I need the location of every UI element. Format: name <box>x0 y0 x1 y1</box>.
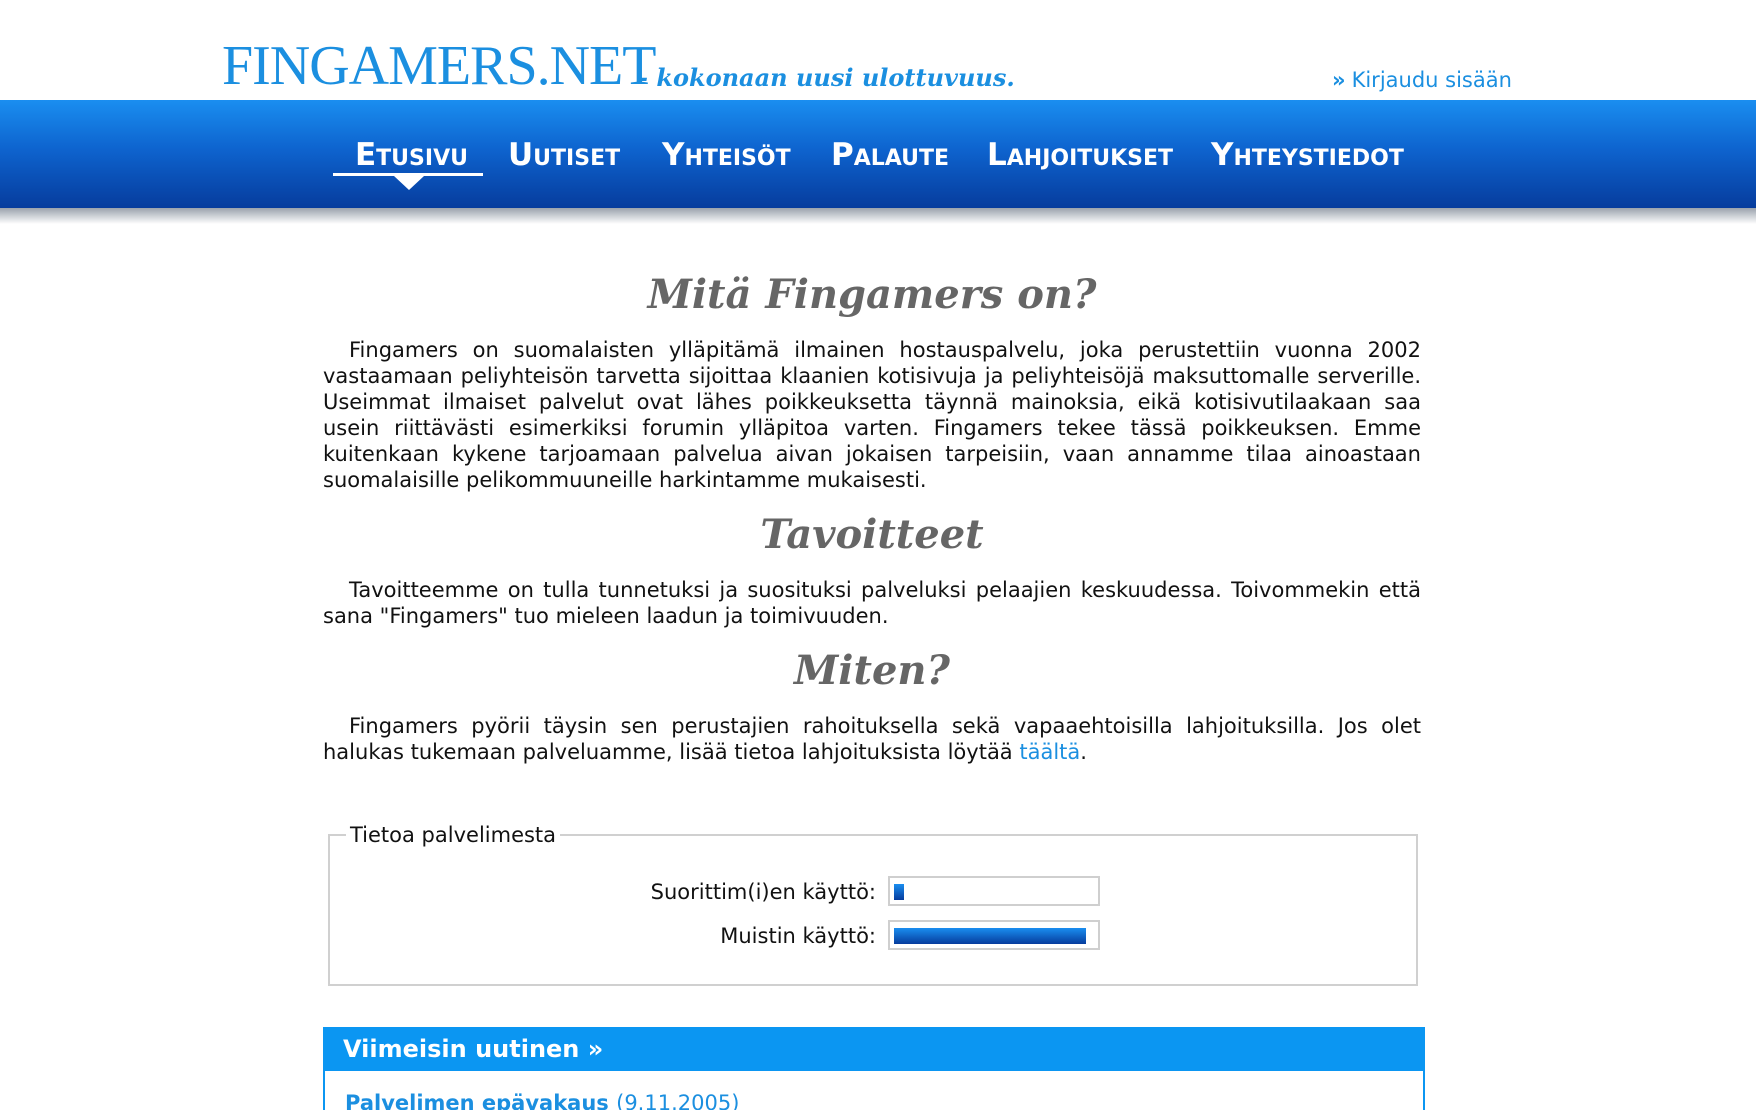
memory-usage-label: Muistin käyttö: <box>720 924 876 948</box>
server-info-legend: Tietoa palvelimesta <box>346 823 561 847</box>
main-content: Mitä Fingamers on? Fingamers on suomalai… <box>323 260 1421 765</box>
login-label: Kirjaudu sisään <box>1351 68 1512 92</box>
latest-news-title[interactable]: Viimeisin uutinen » <box>343 1037 603 1061</box>
section-title-what: Mitä Fingamers on? <box>647 271 1097 318</box>
section-text-what: Fingamers on suomalaisten ylläpitämä ilm… <box>323 338 1421 492</box>
nav-active-arrow-icon <box>394 176 424 190</box>
header: FINGAMERS.NET - kokonaan uusi ulottuvuus… <box>0 0 1756 100</box>
memory-usage-meter <box>888 920 1100 950</box>
memory-usage-fill <box>894 928 1086 944</box>
nav-item-yhteisot[interactable]: Yhteisöt <box>662 140 791 171</box>
section-text-how-body: Fingamers pyörii täysin sen perustajien … <box>323 714 1421 764</box>
nav-item-yhteystiedot[interactable]: Yhteystiedot <box>1211 140 1404 171</box>
site-logo[interactable]: FINGAMERS.NET <box>222 38 656 94</box>
section-text-how-end: . <box>1080 740 1087 764</box>
site-slogan: - kokonaan uusi ulottuvuus. <box>638 63 1015 92</box>
section-title-how: Miten? <box>794 647 950 694</box>
section-text-goals: Tavoitteemme on tulla tunnetuksi ja suos… <box>323 578 1421 628</box>
server-info-box <box>328 834 1418 986</box>
news-item-date: (9.11.2005) <box>616 1091 740 1110</box>
page: FINGAMERS.NET - kokonaan uusi ulottuvuus… <box>0 0 1756 1110</box>
nav-item-palaute[interactable]: Palaute <box>831 140 949 171</box>
main-nav: Etusivu Uutiset Yhteisöt Palaute Lahjoit… <box>0 140 1756 180</box>
nav-item-etusivu[interactable]: Etusivu <box>355 140 468 171</box>
latest-news-panel: Viimeisin uutinen » Palvelimen epävakaus… <box>323 1027 1425 1110</box>
cpu-usage-meter <box>888 876 1100 906</box>
cpu-usage-fill <box>894 884 904 900</box>
nav-item-uutiset[interactable]: Uutiset <box>508 140 620 171</box>
section-text-how: Fingamers pyörii täysin sen perustajien … <box>323 713 1421 765</box>
donations-link[interactable]: täältä <box>1019 740 1080 764</box>
news-item-link[interactable]: Palvelimen epävakaus (9.11.2005) <box>345 1091 739 1110</box>
login-link[interactable]: » Kirjaudu sisään <box>1332 70 1512 91</box>
chevron-right-icon: » <box>1332 68 1346 92</box>
section-title-goals: Tavoitteet <box>760 511 984 558</box>
latest-news-header: Viimeisin uutinen » <box>325 1029 1423 1071</box>
nav-shadow <box>0 208 1756 224</box>
nav-item-lahjoitukset[interactable]: Lahjoitukset <box>987 140 1173 171</box>
news-item-title: Palvelimen epävakaus <box>345 1091 609 1110</box>
cpu-usage-label: Suorittim(i)en käyttö: <box>650 880 876 904</box>
